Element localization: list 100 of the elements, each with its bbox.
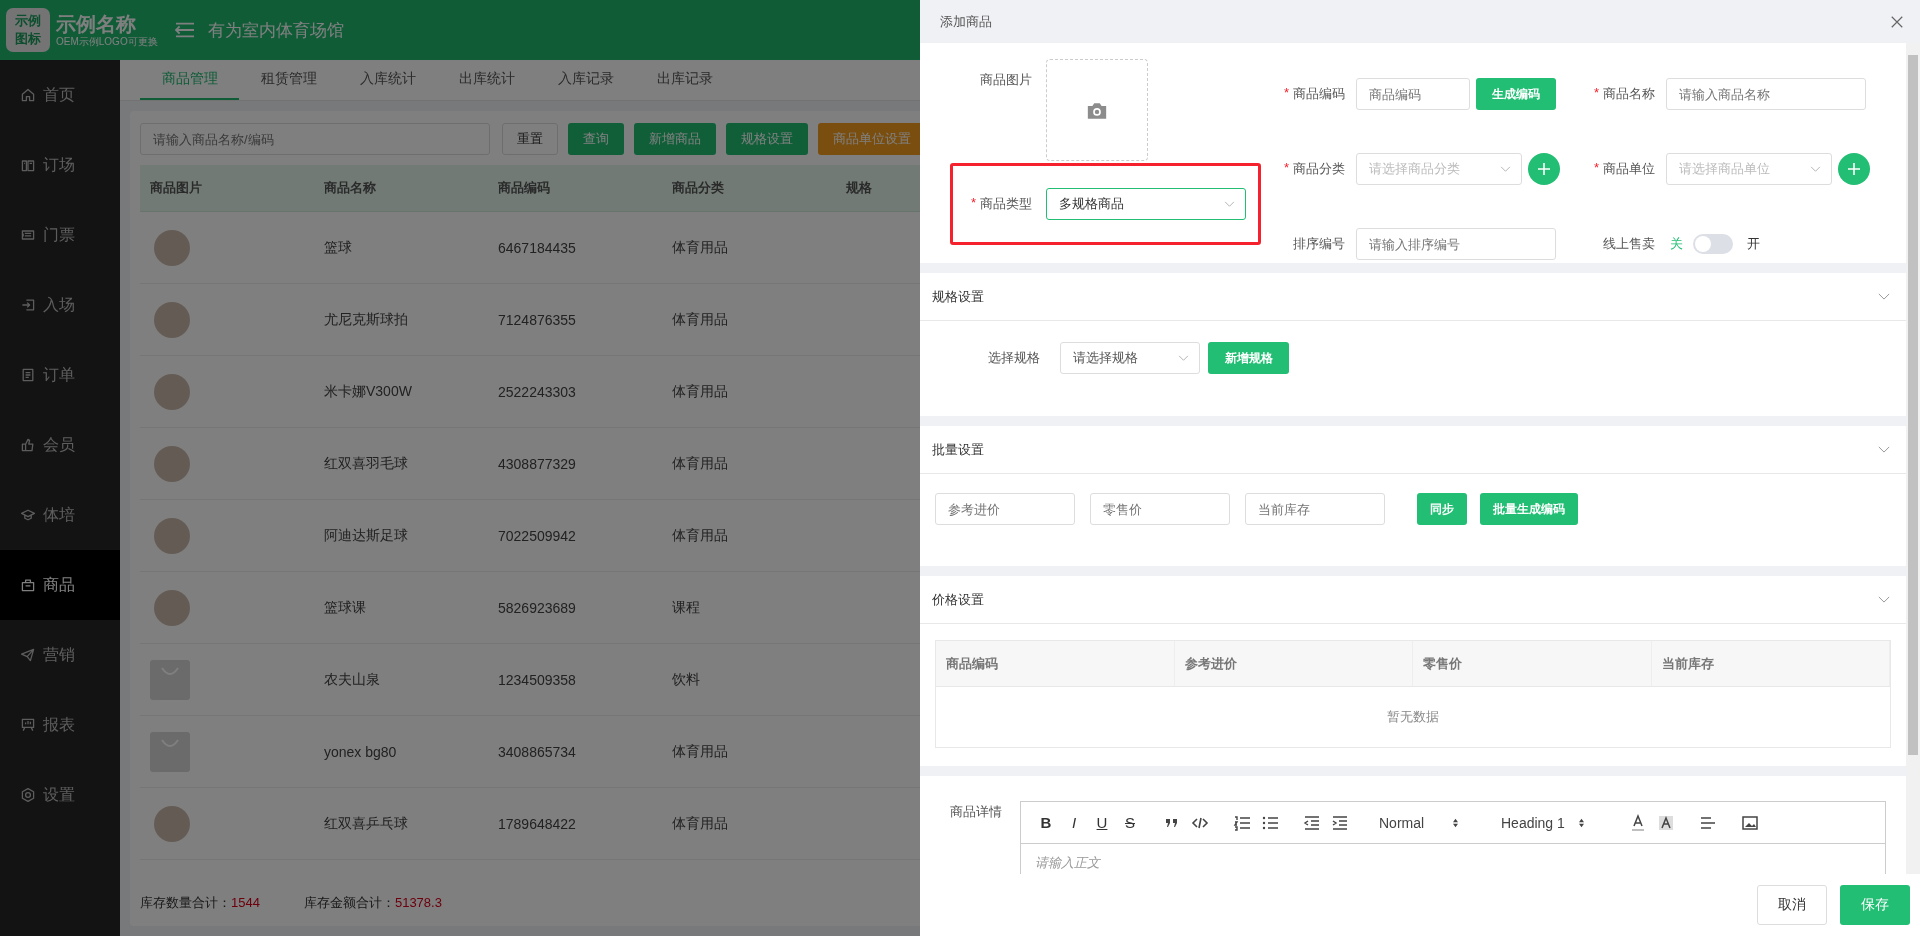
field-label: 商品名称 [1603, 85, 1655, 103]
photo-placeholder [154, 229, 190, 266]
chevron-down-icon [1810, 165, 1821, 173]
sidebar-item[interactable]: 订场 [0, 130, 120, 200]
editor-text-area[interactable]: 请输入正文 [1021, 844, 1885, 874]
table-cell-text: 体育用品 [671, 814, 729, 833]
required-mark: * [1593, 85, 1599, 102]
photo-placeholder [154, 301, 190, 338]
table-cell-text: 体育用品 [671, 454, 729, 473]
generate-code-button[interactable]: 生成编码 [1476, 78, 1556, 110]
menu-icon [20, 647, 36, 663]
format-button[interactable]: I [1065, 814, 1083, 831]
toggle-switch[interactable] [1693, 234, 1733, 254]
drawer-title: 添加商品 [940, 12, 992, 31]
batch-button[interactable]: 批量生成编码 [1480, 493, 1578, 525]
search-field[interactable]: 请输入商品名称/编码 [140, 123, 490, 155]
spec-select[interactable]: 请选择规格 [1060, 342, 1200, 374]
ordered-list-icon[interactable] [1233, 813, 1251, 832]
sidebar-item[interactable]: 报表 [0, 690, 120, 760]
field-label: 商品分类 [1293, 160, 1345, 178]
photo-placeholder [154, 373, 190, 410]
toolbar-button[interactable]: 规格设置 [726, 123, 808, 155]
sidebar-item[interactable]: 入场 [0, 270, 120, 340]
sort-arrows-icon [1578, 817, 1585, 828]
tab[interactable]: 入库记录 [536, 60, 635, 100]
empty-message: 暂无数据 [1387, 708, 1439, 726]
type-select[interactable]: 多规格商品 [1046, 188, 1246, 220]
tab[interactable]: 租赁管理 [239, 60, 338, 100]
table-cell-text: 6467184435 [497, 239, 577, 256]
column-header: 商品分类 [671, 179, 725, 197]
table-cell-text: 篮球课 [323, 598, 367, 617]
sort-number-field[interactable]: 请输入排序编号 [1356, 228, 1556, 260]
add-icon[interactable] [1528, 153, 1560, 185]
table-cell-text: 体育用品 [671, 382, 729, 401]
toolbar-button[interactable]: 重置 [502, 123, 558, 155]
brand-name: 示例名称 [56, 12, 137, 36]
table-cell-text: 尤尼克斯球拍 [323, 310, 409, 329]
section-title: 价格设置 [932, 590, 984, 609]
switch-off-label: 关 [1670, 235, 1683, 253]
batch-field[interactable]: 零售价 [1090, 493, 1230, 525]
tab[interactable]: 出库统计 [437, 60, 536, 100]
field-label: 线上售卖 [1602, 235, 1655, 253]
add-spec-button[interactable]: 新增规格 [1208, 342, 1289, 374]
toolbar-button[interactable]: 查询 [568, 123, 624, 155]
brand-subtitle: OEM示例LOGO可更换 [56, 36, 158, 48]
sidebar-item[interactable]: 首页 [0, 60, 120, 130]
chevron-down-icon[interactable] [1878, 596, 1890, 603]
format-button[interactable]: B [1037, 814, 1055, 831]
category-select[interactable]: 请选择商品分类 [1356, 153, 1522, 185]
table-cell-text: 阿迪达斯足球 [323, 526, 409, 545]
text-color-icon[interactable] [1629, 813, 1647, 832]
chevron-down-icon[interactable] [1878, 293, 1890, 300]
batch-button[interactable]: 同步 [1417, 493, 1467, 525]
table-cell-text: 饮料 [671, 670, 701, 689]
sidebar-item[interactable]: 商品 [0, 550, 120, 620]
outdent-icon[interactable] [1303, 813, 1321, 832]
highlight-color-icon[interactable] [1657, 813, 1675, 832]
total-label: 库存金额合计： [303, 895, 395, 910]
format-dropdown[interactable]: Normal [1379, 814, 1459, 831]
batch-field[interactable]: 参考进价 [935, 493, 1075, 525]
table-cell-text: 体育用品 [671, 526, 729, 545]
heading-dropdown[interactable]: Heading 1 [1501, 814, 1585, 831]
column-header: 规格 [845, 179, 873, 197]
sidebar-item[interactable]: 订单 [0, 340, 120, 410]
menu-icon [20, 437, 36, 453]
chevron-down-icon[interactable] [1878, 446, 1890, 453]
footer-button[interactable]: 保存 [1840, 885, 1910, 925]
close-icon[interactable] [1890, 14, 1904, 29]
venue-name: 有为室内体育场馆 [207, 19, 344, 42]
sidebar-item[interactable]: 营销 [0, 620, 120, 690]
chevron-down-icon [1500, 165, 1511, 173]
format-button[interactable]: S [1121, 814, 1139, 831]
add-icon[interactable] [1838, 153, 1870, 185]
logo-badge: 示例图标 [6, 8, 50, 52]
required-mark: * [1593, 160, 1599, 177]
photo-placeholder [154, 805, 190, 842]
table-cell-text: 课程 [671, 598, 701, 617]
code-field[interactable]: 商品编码 [1356, 78, 1470, 110]
footer-button[interactable]: 取消 [1757, 885, 1827, 925]
sidebar-item[interactable]: 体培 [0, 480, 120, 550]
batch-field[interactable]: 当前库存 [1245, 493, 1385, 525]
total-value: 1544 [231, 895, 260, 910]
sidebar-item[interactable]: 会员 [0, 410, 120, 480]
table-cell-text: 体育用品 [671, 742, 729, 761]
tab[interactable]: 入库统计 [338, 60, 437, 100]
column-header: 当前库存 [1651, 641, 1890, 686]
column-header: 商品编码 [497, 179, 551, 197]
image-icon[interactable] [1741, 813, 1759, 832]
sidebar-item[interactable]: 门票 [0, 200, 120, 270]
camera-icon [1086, 100, 1108, 120]
scrollbar[interactable] [1906, 43, 1920, 874]
name-field[interactable]: 请输入商品名称 [1666, 78, 1866, 110]
unit-select[interactable]: 请选择商品单位 [1666, 153, 1832, 185]
format-button[interactable]: U [1093, 814, 1111, 831]
toolbar-button[interactable]: 新增商品 [634, 123, 716, 155]
indent-icon[interactable] [1331, 813, 1349, 832]
tab[interactable]: 商品管理 [140, 60, 239, 100]
sidebar-item[interactable]: 设置 [0, 760, 120, 830]
tab[interactable]: 出库记录 [635, 60, 734, 100]
menu-icon [20, 507, 36, 523]
